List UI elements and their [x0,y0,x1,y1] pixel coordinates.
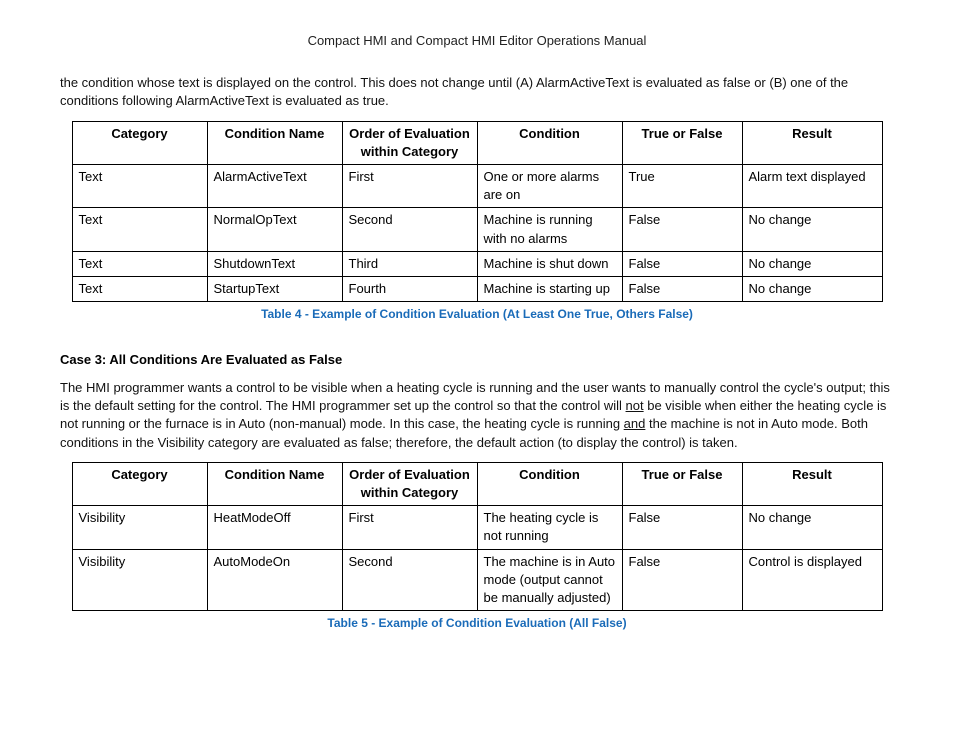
cell: AlarmActiveText [207,164,342,207]
table-row: Text ShutdownText Third Machine is shut … [72,251,882,276]
intro-paragraph: the condition whose text is displayed on… [60,74,894,110]
table-5-caption: Table 5 - Example of Condition Evaluatio… [60,615,894,632]
cell: Text [72,208,207,251]
cell: Third [342,251,477,276]
cell: ShutdownText [207,251,342,276]
cell: First [342,506,477,549]
cell: False [622,549,742,611]
cell: Second [342,549,477,611]
cell: Machine is running with no alarms [477,208,622,251]
cell: Text [72,251,207,276]
col-header: Category [72,121,207,164]
table-header-row: Category Condition Name Order of Evaluat… [72,121,882,164]
cell: Visibility [72,549,207,611]
underline-not: not [626,398,644,413]
cell: Second [342,208,477,251]
page-header: Compact HMI and Compact HMI Editor Opera… [60,32,894,50]
col-header: Result [742,462,882,505]
cell: Control is displayed [742,549,882,611]
cell: No change [742,208,882,251]
cell: NormalOpText [207,208,342,251]
cell: First [342,164,477,207]
cell: No change [742,506,882,549]
cell: The machine is in Auto mode (output cann… [477,549,622,611]
table-header-row: Category Condition Name Order of Evaluat… [72,462,882,505]
cell: Text [72,164,207,207]
col-header: Category [72,462,207,505]
cell: No change [742,276,882,301]
col-header: True or False [622,462,742,505]
table-row: Visibility AutoModeOn Second The machine… [72,549,882,611]
col-header: Order of Evaluation within Category [342,121,477,164]
table-row: Visibility HeatModeOff First The heating… [72,506,882,549]
underline-and: and [624,416,646,431]
cell: Fourth [342,276,477,301]
cell: False [622,251,742,276]
cell: Alarm text displayed [742,164,882,207]
cell: Visibility [72,506,207,549]
col-header: Order of Evaluation within Category [342,462,477,505]
col-header: Condition [477,121,622,164]
cell: The heating cycle is not running [477,506,622,549]
cell: False [622,276,742,301]
cell: One or more alarms are on [477,164,622,207]
cell: Text [72,276,207,301]
table-5: Category Condition Name Order of Evaluat… [72,462,883,611]
cell: AutoModeOn [207,549,342,611]
col-header: Condition [477,462,622,505]
cell: False [622,506,742,549]
col-header: True or False [622,121,742,164]
table-4: Category Condition Name Order of Evaluat… [72,121,883,303]
document-page: Compact HMI and Compact HMI Editor Opera… [0,0,954,738]
table-row: Text AlarmActiveText First One or more a… [72,164,882,207]
cell: Machine is starting up [477,276,622,301]
case-3-paragraph: The HMI programmer wants a control to be… [60,379,894,452]
table-4-caption: Table 4 - Example of Condition Evaluatio… [60,306,894,323]
case-3-heading: Case 3: All Conditions Are Evaluated as … [60,351,894,369]
cell: Machine is shut down [477,251,622,276]
col-header: Condition Name [207,121,342,164]
col-header: Result [742,121,882,164]
cell: False [622,208,742,251]
cell: True [622,164,742,207]
cell: No change [742,251,882,276]
table-row: Text StartupText Fourth Machine is start… [72,276,882,301]
cell: HeatModeOff [207,506,342,549]
table-row: Text NormalOpText Second Machine is runn… [72,208,882,251]
cell: StartupText [207,276,342,301]
col-header: Condition Name [207,462,342,505]
